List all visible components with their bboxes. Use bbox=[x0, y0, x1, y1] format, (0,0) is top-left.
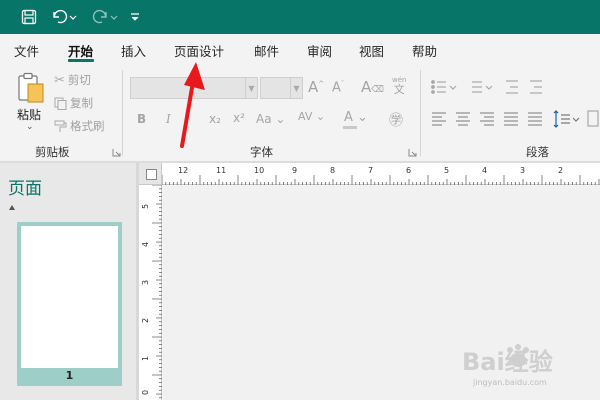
tab-mailings[interactable]: 邮件 bbox=[254, 41, 279, 60]
chevron-down-icon: ▼ bbox=[245, 78, 257, 98]
phonetic-guide-icon[interactable]: wén 文 bbox=[392, 76, 406, 96]
format-painter-button[interactable]: 格式刷 bbox=[54, 118, 105, 134]
copy-button[interactable]: 复制 bbox=[54, 95, 93, 111]
tab-page-design[interactable]: 页面设计 bbox=[174, 41, 224, 60]
ruler-label: 4 bbox=[482, 166, 488, 175]
page-thumbnail-number: 1 bbox=[65, 369, 74, 382]
paragraph-controls[interactable] bbox=[430, 78, 600, 134]
customize-qat-icon bbox=[131, 13, 139, 21]
ruler-label: 4 bbox=[141, 241, 151, 248]
align-left-icon bbox=[432, 112, 446, 126]
group-separator bbox=[420, 70, 421, 156]
redo-button[interactable] bbox=[88, 0, 122, 34]
vertical-ruler-ticks bbox=[152, 185, 162, 399]
ruler-label: 6 bbox=[406, 166, 412, 175]
justify-icon bbox=[504, 112, 518, 126]
collapse-triangle-icon[interactable] bbox=[9, 205, 15, 210]
font-group-label: 字体 bbox=[250, 145, 273, 159]
format-painter-icon bbox=[54, 120, 67, 132]
undo-icon bbox=[53, 9, 77, 24]
clipboard-dialog-launcher-icon[interactable] bbox=[112, 148, 121, 157]
line-spacing-icon bbox=[553, 110, 580, 128]
copy-label: 复制 bbox=[70, 96, 93, 110]
clipboard-group-label: 剪贴板 bbox=[35, 145, 70, 159]
annotation-arrow-icon bbox=[180, 62, 205, 148]
ruler-label: 5 bbox=[141, 203, 151, 210]
group-separator bbox=[122, 70, 123, 156]
decrease-indent-icon bbox=[506, 80, 518, 94]
tab-file[interactable]: 文件 bbox=[14, 41, 39, 60]
tab-home[interactable]: 开始 bbox=[68, 41, 93, 60]
clear-formatting-icon[interactable]: A⌫ bbox=[361, 78, 384, 96]
scissors-icon: ✂ bbox=[54, 72, 65, 88]
align-center-icon bbox=[456, 112, 470, 126]
ruler-origin-box[interactable] bbox=[146, 169, 157, 180]
watermark-brand: Bai经验 bbox=[462, 348, 553, 376]
paste-dropdown-icon[interactable]: ⌄ bbox=[26, 122, 34, 132]
italic-button[interactable]: I bbox=[166, 112, 171, 126]
font-color-button[interactable]: A ⌄ bbox=[344, 110, 368, 125]
paste-button[interactable] bbox=[17, 72, 45, 104]
subscript-button[interactable]: x₂ bbox=[209, 112, 221, 126]
baidu-watermark-logo: Bai经验 bbox=[462, 344, 553, 376]
align-right-icon bbox=[480, 112, 494, 126]
character-spacing-button[interactable]: AV ⌄ bbox=[298, 110, 325, 123]
grow-font-icon[interactable]: A^ bbox=[308, 78, 324, 96]
horizontal-ruler[interactable] bbox=[162, 163, 600, 185]
tab-insert[interactable]: 插入 bbox=[121, 41, 146, 60]
copy-icon bbox=[54, 97, 67, 110]
tab-view[interactable]: 视图 bbox=[359, 41, 384, 60]
ruler-label: 2 bbox=[558, 166, 564, 175]
page-thumbnail[interactable] bbox=[21, 226, 118, 368]
numbering-icon bbox=[472, 81, 493, 93]
ruler-label: 9 bbox=[292, 166, 298, 175]
character-spacing-label: AV bbox=[298, 110, 313, 123]
ruler-label: 0 bbox=[141, 389, 151, 396]
ruler-label: 1 bbox=[141, 355, 151, 362]
ruler-label: 2 bbox=[141, 317, 151, 324]
ruler-label: 7 bbox=[368, 166, 374, 175]
shading-icon bbox=[587, 110, 599, 127]
vertical-ruler[interactable] bbox=[139, 185, 162, 400]
save-button[interactable] bbox=[18, 0, 40, 34]
customize-qat-button[interactable] bbox=[128, 0, 142, 34]
font-color-swatch bbox=[343, 126, 357, 129]
font-color-label: A bbox=[344, 110, 353, 125]
tab-help[interactable]: 帮助 bbox=[412, 41, 437, 60]
undo-button[interactable] bbox=[48, 0, 82, 34]
ruler-label: 3 bbox=[141, 279, 151, 286]
paragraph-group-label: 段落 bbox=[526, 145, 549, 159]
paste-label: 粘贴 bbox=[17, 108, 42, 122]
change-case-label: Aa bbox=[256, 112, 272, 126]
chevron-down-icon: ▼ bbox=[290, 78, 302, 98]
font-dialog-launcher-icon[interactable] bbox=[408, 148, 417, 157]
redo-icon bbox=[92, 9, 118, 24]
cut-label: 剪切 bbox=[67, 73, 91, 87]
format-painter-label: 格式刷 bbox=[70, 119, 105, 133]
ruler-label: 8 bbox=[330, 166, 336, 175]
save-icon bbox=[21, 9, 37, 25]
ruler-label: 12 bbox=[178, 166, 189, 175]
bold-button[interactable]: B bbox=[137, 112, 146, 126]
enclose-characters-icon[interactable]: ㊫ bbox=[389, 110, 403, 130]
change-case-button[interactable]: Aa ⌄ bbox=[256, 112, 285, 126]
horizontal-ruler-ticks bbox=[162, 175, 600, 185]
active-tab-indicator bbox=[68, 59, 94, 62]
superscript-button[interactable]: x² bbox=[233, 111, 245, 125]
distributed-icon bbox=[528, 112, 542, 126]
paste-icon bbox=[18, 72, 44, 103]
ruler-label: 10 bbox=[254, 166, 265, 175]
shrink-font-icon[interactable]: Aˇ bbox=[332, 80, 344, 95]
font-size-combo[interactable]: ▼ bbox=[260, 77, 303, 99]
bullets-icon bbox=[431, 80, 457, 94]
pages-pane-title: 页面 bbox=[8, 179, 42, 199]
ruler-label: 11 bbox=[216, 166, 227, 175]
watermark-url: jingyan.baidu.com bbox=[473, 378, 547, 387]
tab-review[interactable]: 审阅 bbox=[307, 41, 332, 60]
ruler-label: 3 bbox=[520, 166, 526, 175]
ruler-label: 5 bbox=[444, 166, 450, 175]
increase-indent-icon bbox=[530, 80, 542, 94]
cut-button[interactable]: ✂ 剪切 bbox=[54, 72, 91, 88]
